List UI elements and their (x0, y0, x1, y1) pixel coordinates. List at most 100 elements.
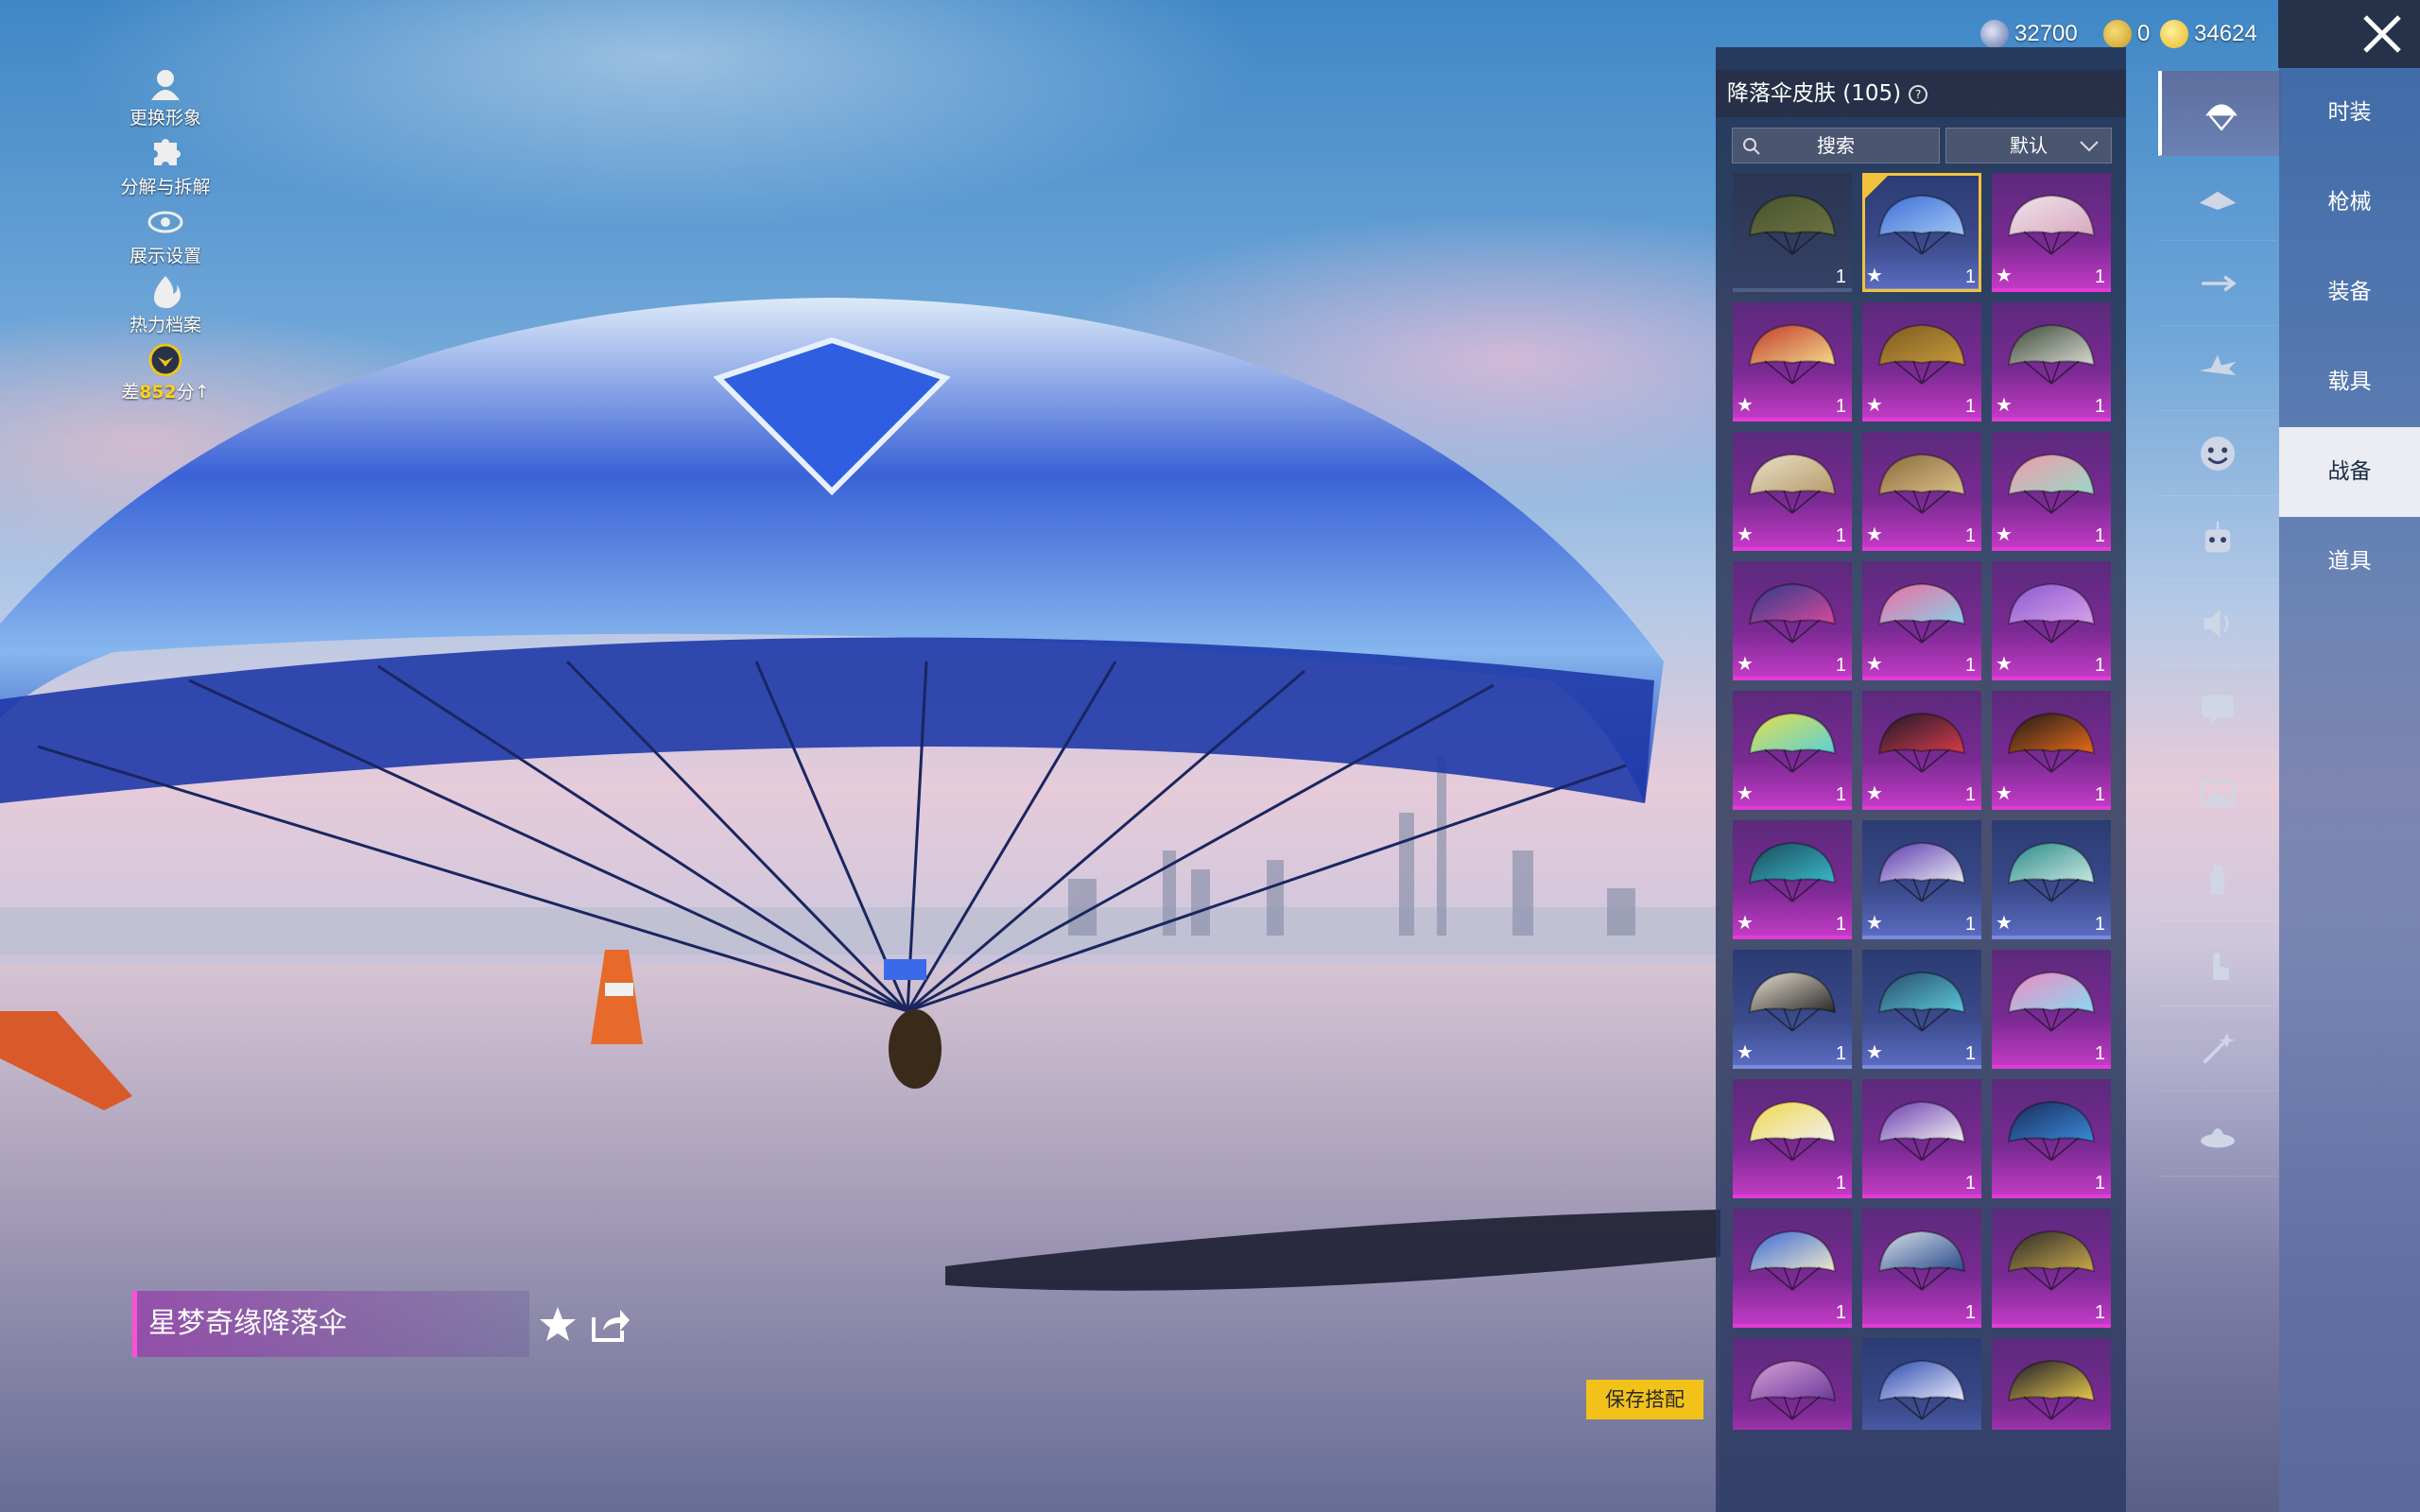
glider-icon (2199, 191, 2237, 210)
skin-tile[interactable]: 1 (1733, 1209, 1852, 1328)
sub-category-tab[interactable] (2158, 156, 2277, 241)
heat-profile-label: 热力档案 (129, 315, 201, 335)
skin-tile[interactable]: ★ 1 (1862, 173, 1981, 292)
skin-tile[interactable]: ★ 1 (1992, 432, 2111, 551)
main-category-tab[interactable]: 时装 (2279, 68, 2420, 158)
skin-tile[interactable]: ★ 1 (1862, 820, 1981, 939)
sub-category-tab[interactable] (2158, 1091, 2277, 1177)
skin-tile[interactable]: ★ 1 (1862, 432, 1981, 551)
favorite-star-icon: ★ (1866, 652, 1883, 675)
sub-category-tab[interactable] (2158, 751, 2277, 836)
rank-score-button[interactable]: 差852分↑ (104, 342, 227, 411)
uc-amount: 32700 (2014, 21, 2078, 46)
flame-icon (154, 276, 181, 309)
skin-tile[interactable]: ★ 1 (1862, 950, 1981, 1069)
left-action-menu: 更换形象 分解与拆解 展示设置 热力档案 差852分↑ (104, 66, 227, 411)
parachute-skin-thumbnail (1877, 712, 1966, 773)
item-count: 1 (1835, 655, 1846, 676)
parachute-skin-thumbnail (1748, 712, 1837, 773)
skin-tile[interactable]: ★ 1 (1733, 691, 1852, 810)
parachute-skin-thumbnail (1748, 971, 1837, 1032)
skin-tile[interactable]: 1 (1862, 1209, 1981, 1328)
skin-tile[interactable]: ★ 1 (1862, 561, 1981, 680)
skin-tile[interactable]: ★ 1 (1733, 950, 1852, 1069)
favorite-star-icon: ★ (1737, 652, 1754, 675)
skin-tile[interactable]: 1 (1992, 1209, 2111, 1328)
main-category-tab[interactable]: 装备 (2279, 248, 2420, 337)
skin-tile[interactable]: 1 (1733, 1338, 1852, 1430)
landing-pad-icon (2201, 1127, 2235, 1147)
decompose-button[interactable]: 分解与拆解 (104, 135, 227, 204)
favorite-star-icon: ★ (1996, 264, 2013, 286)
sort-dropdown[interactable]: 默认 (1945, 128, 2112, 163)
panel-title: 降落伞皮肤 (105)? (1716, 70, 2126, 117)
skin-tile[interactable]: ★ 1 (1733, 561, 1852, 680)
skin-tile[interactable]: ★ 1 (1992, 820, 2111, 939)
parachute-skin-thumbnail (1877, 1100, 1966, 1161)
parachute-skin-thumbnail (1748, 453, 1837, 514)
skin-tile[interactable]: 1 (1733, 1079, 1852, 1198)
parachute-skin-thumbnail (1877, 453, 1966, 514)
share-button[interactable] (588, 1304, 631, 1346)
star-icon (540, 1307, 576, 1341)
robot-icon (2204, 521, 2231, 552)
sub-category-tab[interactable] (2158, 411, 2277, 496)
heat-profile-button[interactable]: 热力档案 (104, 273, 227, 342)
skin-tile[interactable]: 1 (1992, 950, 2111, 1069)
main-category-tab[interactable]: 枪械 (2279, 158, 2420, 248)
skin-tile[interactable]: ★ 1 (1862, 302, 1981, 421)
item-count: 1 (1964, 266, 1976, 287)
sub-category-tab[interactable] (2158, 921, 2277, 1006)
item-count: 1 (1835, 396, 1846, 417)
close-button[interactable] (2278, 0, 2420, 68)
parachute-skin-thumbnail (1877, 1229, 1966, 1291)
skin-grid: 1 ★ 1 ★ 1 ★ 1 ★ 1 ★ 1 ★ 1 ★ 1 ★ 1 ★ 1 ★ 1 ★ 1 ★ 1 ★ 1 ★ 1 ★ 1 ★ 1 ★ 1 ★ 1 ★ 1 1… (1733, 173, 2111, 1430)
change-avatar-label: 更换形象 (129, 108, 201, 129)
sub-category-tab[interactable] (2158, 581, 2277, 666)
skin-tile[interactable]: ★ 1 (1992, 561, 2111, 680)
skin-tile[interactable]: ★ 1 (1862, 691, 1981, 810)
spray-icon (2210, 865, 2225, 895)
skin-tile[interactable]: 1 (1862, 1338, 1981, 1430)
sub-category-tab[interactable] (2158, 666, 2277, 751)
sub-category-tab[interactable] (2158, 71, 2281, 156)
skin-tile[interactable]: 1 (1862, 1079, 1981, 1198)
skin-tile[interactable]: 1 (1992, 1079, 2111, 1198)
item-count: 1 (1835, 1043, 1846, 1064)
skin-tile[interactable]: ★ 1 (1992, 302, 2111, 421)
main-category-tab[interactable]: 道具 (2279, 517, 2420, 607)
parachute-skin-thumbnail (1877, 582, 1966, 644)
parachute-skin-thumbnail (2007, 194, 2096, 255)
item-count: 1 (1964, 655, 1976, 676)
skin-tile[interactable]: ★ 1 (1733, 820, 1852, 939)
bp-coin-icon (2160, 20, 2188, 48)
item-count: 1 (1964, 784, 1976, 805)
sub-category-tab[interactable] (2158, 496, 2277, 581)
skin-tile[interactable]: 1 (1733, 173, 1852, 292)
skin-tile[interactable]: 1 (1992, 1338, 2111, 1430)
skin-tile[interactable]: ★ 1 (1992, 173, 2111, 292)
change-avatar-button[interactable]: 更换形象 (104, 66, 227, 135)
magic-wand-icon (2203, 1032, 2235, 1064)
parachute-skin-thumbnail (2007, 1229, 2096, 1291)
display-settings-button[interactable]: 展示设置 (104, 204, 227, 273)
item-count: 1 (1964, 1043, 1976, 1064)
search-input[interactable]: 搜索 (1732, 128, 1940, 163)
sub-category-tab[interactable] (2158, 836, 2277, 921)
sub-category-tab[interactable] (2158, 1006, 2277, 1091)
sub-category-tab[interactable] (2158, 326, 2277, 411)
main-category-tab[interactable]: 载具 (2279, 337, 2420, 427)
save-outfit-button[interactable]: 保存搭配 (1586, 1380, 1703, 1419)
parachute-skin-thumbnail (2007, 453, 2096, 514)
skin-tile[interactable]: ★ 1 (1733, 302, 1852, 421)
skin-tile[interactable]: ★ 1 (1733, 432, 1852, 551)
favorite-button[interactable] (537, 1304, 579, 1346)
main-category-tab[interactable]: 战备 (2279, 427, 2420, 517)
parachute-skin-thumbnail (1877, 841, 1966, 902)
help-icon[interactable]: ? (1909, 84, 1928, 104)
sub-category-tab[interactable] (2158, 241, 2277, 326)
item-count: 1 (2094, 784, 2105, 805)
item-count: 1 (1964, 396, 1976, 417)
skin-tile[interactable]: ★ 1 (1992, 691, 2111, 810)
favorite-star-icon: ★ (1866, 523, 1883, 545)
